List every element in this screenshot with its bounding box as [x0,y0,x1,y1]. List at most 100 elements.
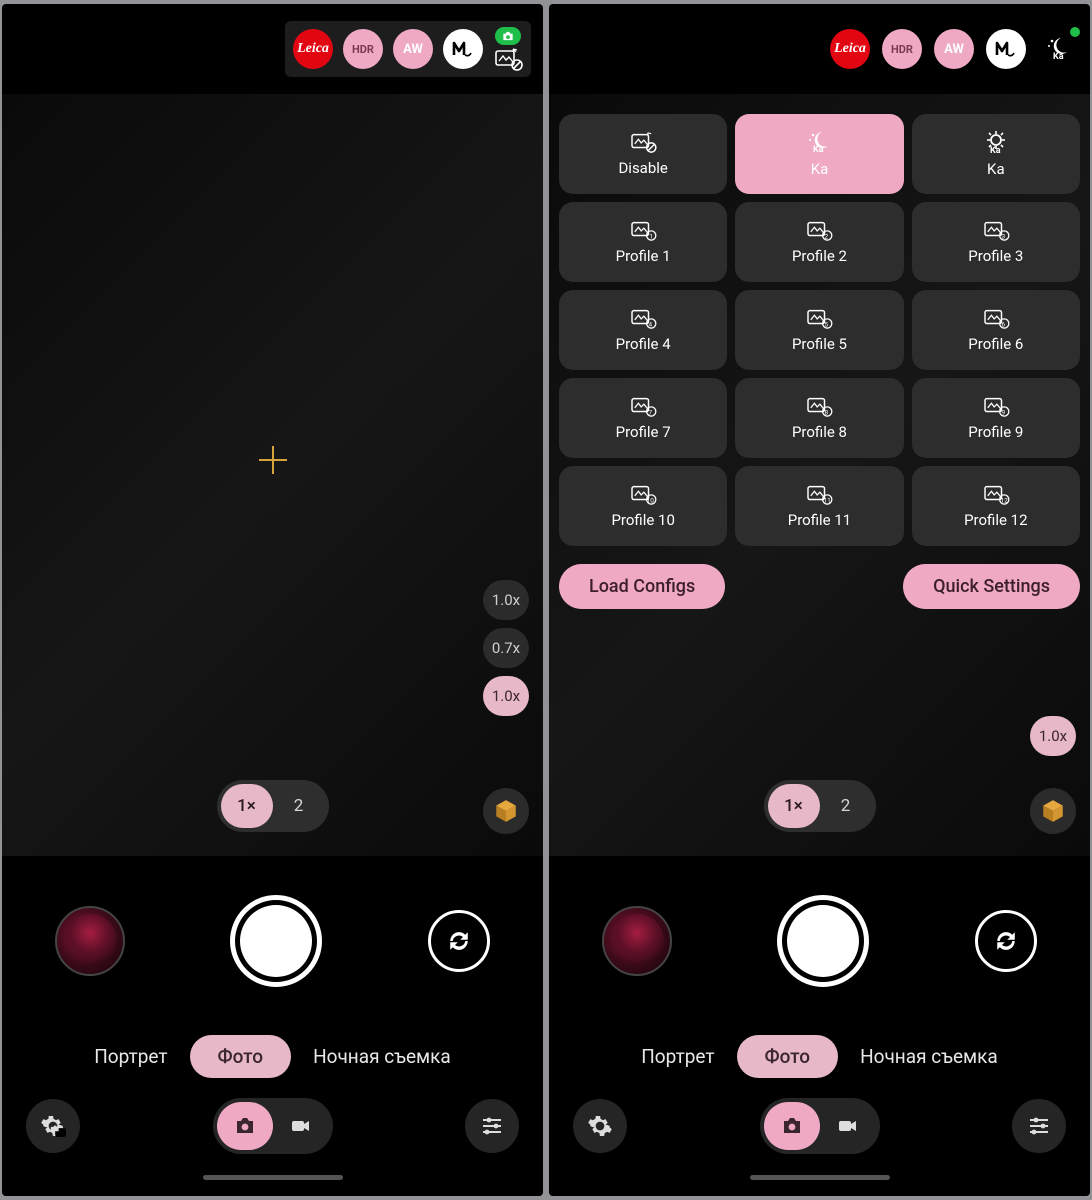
modes-row[interactable]: Портрет Фото Ночная съемка [2,1026,543,1086]
gesture-bar[interactable] [549,1166,1090,1188]
profile-label: Profile 4 [616,335,671,353]
toggle-video[interactable] [273,1102,329,1150]
profile-6[interactable]: 6Profile 6 [912,290,1080,370]
quick-settings-button[interactable]: Quick Settings [903,564,1080,609]
profile-label: Profile 8 [792,423,847,441]
zoom-pill: 1× 2 [217,780,329,832]
svg-text:10: 10 [647,496,655,504]
zoom-pill: 1× 2 [764,780,876,832]
svg-text:9: 9 [1001,408,1005,416]
video-icon [289,1115,313,1137]
zoom-0.7x[interactable]: 0.7x [483,628,529,668]
mode-portrait[interactable]: Портрет [641,1045,714,1068]
shutter-button[interactable] [230,895,322,987]
cube-icon [1040,798,1066,824]
active-dot-icon [1070,27,1080,37]
m-mode-icon[interactable] [443,29,483,69]
cube-button[interactable] [1030,788,1076,834]
zoom-seg-2x[interactable]: 2 [273,784,325,828]
profile-label: Profile 11 [788,511,851,529]
sliders-icon [1027,1114,1051,1138]
hdr-icon[interactable]: HDR [882,29,922,69]
toggle-video[interactable] [820,1102,876,1150]
profile-8[interactable]: 8 Profile 8 [735,378,903,458]
mode-photo[interactable]: Фото [190,1035,292,1078]
svg-text:3: 3 [1001,232,1005,240]
profile-panel: Disable Ka Ka Ka Ka 1Profile 1 2 Profile … [559,114,1080,609]
cube-button[interactable] [483,788,529,834]
cube-icon [493,798,519,824]
profile-4[interactable]: 4Profile 4 [559,290,727,370]
zoom-1x-tele[interactable]: 1.0x [483,580,529,620]
profile-label: Profile 12 [964,511,1027,529]
profile-3[interactable]: 3 Profile 3 [912,202,1080,282]
profile-2[interactable]: 2 Profile 2 [735,202,903,282]
camera-icon [233,1115,257,1137]
profile-label: Profile 2 [792,247,847,265]
settings-gear-icon [587,1113,613,1139]
tool-row [549,1086,1090,1166]
shutter-row [2,856,543,1026]
zoom-1x-main[interactable]: 1.0x [483,676,529,716]
profile-label: Profile 1 [616,247,671,265]
bottom-dock: Портрет Фото Ночная съемка [549,856,1090,1196]
profile-disable[interactable]: Disable [559,114,727,194]
zoom-1x-main[interactable]: 1.0x [1030,716,1076,756]
gesture-bar[interactable] [2,1166,543,1188]
mode-photo[interactable]: Фото [737,1035,839,1078]
profile-grid: Disable Ka Ka Ka Ka 1Profile 1 2 Profile … [559,114,1080,546]
svg-text:5: 5 [825,320,829,328]
profile-12[interactable]: 12Profile 12 [912,466,1080,546]
shutter-button[interactable] [777,895,869,987]
mode-night[interactable]: Ночная съемка [860,1045,998,1068]
camera-screen-right: Leica HDR AW Ka Disable Ka Ka Ka [549,4,1090,1196]
profile-label: Profile 3 [968,247,1023,265]
modes-row[interactable]: Портрет Фото Ночная съемка [549,1026,1090,1086]
profile-7[interactable]: 7Profile 7 [559,378,727,458]
sliders-button[interactable] [1012,1099,1066,1153]
mode-night[interactable]: Ночная съемка [313,1045,451,1068]
photo-video-toggle [213,1098,333,1154]
profile-5[interactable]: 5 Profile 5 [735,290,903,370]
viewfinder[interactable]: 1.0x 0.7x 1.0x 1× 2 [2,94,543,856]
ka-night-icon[interactable]: Ka [1038,29,1078,69]
aw-icon[interactable]: AW [393,29,433,69]
settings-gear-icon [40,1113,66,1139]
toggle-photo[interactable] [764,1102,820,1150]
svg-text:11: 11 [824,496,831,504]
viewfinder[interactable]: Disable Ka Ka Ka Ka 1Profile 1 2 Profile … [549,94,1090,856]
profile-1[interactable]: 1Profile 1 [559,202,727,282]
zoom-seg-1x[interactable]: 1× [221,784,273,828]
hdr-icon[interactable]: HDR [343,29,383,69]
zoom-seg-1x[interactable]: 1× [768,784,820,828]
flip-camera-button[interactable] [975,910,1037,972]
aw-icon[interactable]: AW [934,29,974,69]
shutter-row [549,856,1090,1026]
profile-label: Profile 10 [611,511,674,529]
load-configs-button[interactable]: Load Configs [559,564,725,609]
zoom-seg-2x[interactable]: 2 [820,784,872,828]
settings-button[interactable] [26,1099,80,1153]
svg-text:2: 2 [825,232,829,240]
toggle-photo[interactable] [217,1102,273,1150]
camera-screen-left: Leica HDR AW 1.0x [2,4,543,1196]
sliders-button[interactable] [465,1099,519,1153]
leica-icon[interactable]: Leica [830,29,870,69]
settings-button[interactable] [573,1099,627,1153]
svg-text:8: 8 [825,408,829,416]
gallery-thumbnail[interactable] [55,906,125,976]
profile-label: Profile 5 [792,335,847,353]
profile-11[interactable]: 11 Profile 11 [735,466,903,546]
sliders-icon [480,1114,504,1138]
flip-camera-button[interactable] [428,910,490,972]
m-mode-icon[interactable] [986,29,1026,69]
gallery-thumbnail[interactable] [602,906,672,976]
awb-off-icon [493,47,523,71]
profile-9[interactable]: 9Profile 9 [912,378,1080,458]
profile-10[interactable]: 10 Profile 10 [559,466,727,546]
profile-ka-sun[interactable]: Ka Ka [912,114,1080,194]
awb-off-group[interactable] [493,27,523,71]
leica-icon[interactable]: Leica [293,29,333,69]
profile-ka-active[interactable]: Ka Ka [735,114,903,194]
mode-portrait[interactable]: Портрет [94,1045,167,1068]
